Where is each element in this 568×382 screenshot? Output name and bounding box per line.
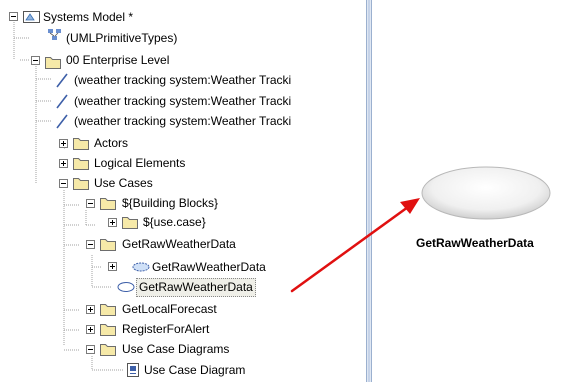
arrow-shaft (290, 205, 410, 293)
drag-arrow (290, 198, 420, 293)
